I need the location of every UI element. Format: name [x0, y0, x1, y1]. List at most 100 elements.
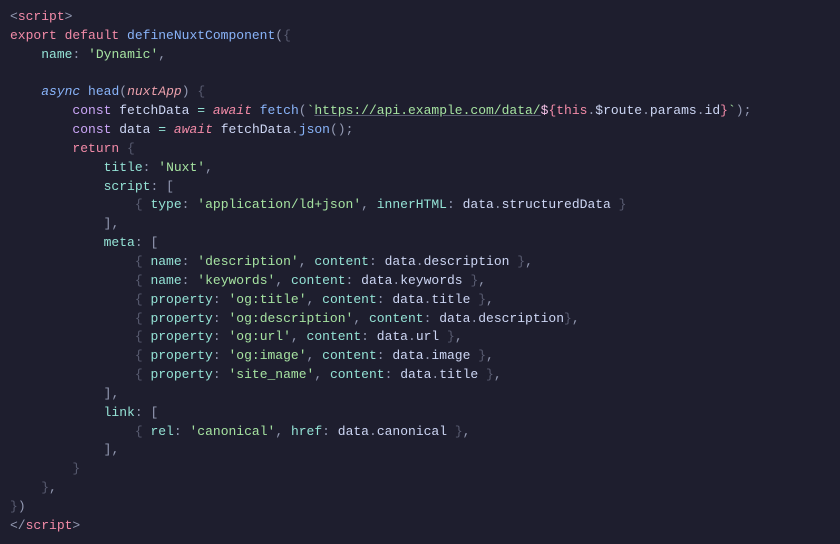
- comma: ,: [275, 273, 283, 288]
- colon: :: [447, 197, 455, 212]
- string: 'og:title': [229, 292, 307, 307]
- identifier: fetchData: [221, 122, 291, 137]
- comma: ,: [205, 160, 213, 175]
- op-eq: =: [158, 122, 166, 137]
- prop: keywords: [400, 273, 462, 288]
- kw-const: const: [72, 122, 111, 137]
- op-eq: =: [197, 103, 205, 118]
- tag-name: script: [26, 518, 73, 533]
- string: 'og:image': [229, 348, 307, 363]
- comma: ,: [299, 254, 307, 269]
- colon: :: [174, 424, 182, 439]
- obj-key: content: [291, 273, 346, 288]
- brace: {: [135, 254, 143, 269]
- template-brace: }: [720, 103, 728, 118]
- brace: {: [283, 28, 291, 43]
- obj-key: rel: [150, 424, 173, 439]
- string: 'description': [197, 254, 298, 269]
- prop: $route: [595, 103, 642, 118]
- brace: {: [127, 141, 135, 156]
- prop: image: [431, 348, 470, 363]
- obj-key: meta: [104, 235, 135, 250]
- brace: }: [455, 424, 463, 439]
- identifier: data: [377, 329, 408, 344]
- string: 'og:url': [229, 329, 291, 344]
- colon: :: [213, 311, 221, 326]
- colon: :: [135, 235, 143, 250]
- brace: }: [41, 480, 49, 495]
- tag-close: >: [65, 9, 73, 24]
- brace: {: [135, 311, 143, 326]
- brace: }: [447, 329, 455, 344]
- colon: :: [369, 254, 377, 269]
- paren: ): [18, 499, 26, 514]
- string: 'keywords': [197, 273, 275, 288]
- colon: :: [143, 160, 151, 175]
- prop: structuredData: [502, 197, 611, 212]
- method: json: [299, 122, 330, 137]
- comma: ,: [307, 292, 315, 307]
- prop: params: [650, 103, 697, 118]
- brace: {: [135, 329, 143, 344]
- comma: ,: [158, 47, 166, 62]
- colon: :: [182, 273, 190, 288]
- colon: :: [150, 179, 158, 194]
- url-string: https://api.example.com/data/: [314, 103, 540, 118]
- kw-default: default: [65, 28, 120, 43]
- string: 'og:description': [229, 311, 354, 326]
- paren: (: [299, 103, 307, 118]
- obj-key: link: [104, 405, 135, 420]
- string: 'canonical': [189, 424, 275, 439]
- kw-await: await: [174, 122, 213, 137]
- colon: :: [424, 311, 432, 326]
- kw-await: await: [213, 103, 252, 118]
- obj-key: content: [330, 367, 385, 382]
- paren: ): [736, 103, 744, 118]
- brace: {: [135, 273, 143, 288]
- obj-key: property: [150, 329, 212, 344]
- colon: :: [377, 292, 385, 307]
- brace: }: [478, 292, 486, 307]
- colon: :: [213, 367, 221, 382]
- colon: :: [322, 424, 330, 439]
- string: 'Dynamic': [88, 47, 158, 62]
- string: 'site_name': [229, 367, 315, 382]
- identifier: data: [400, 367, 431, 382]
- semi: ;: [346, 122, 354, 137]
- paren: (: [330, 122, 338, 137]
- dot: .: [697, 103, 705, 118]
- dot: .: [494, 197, 502, 212]
- kw-return: return: [72, 141, 119, 156]
- method-name: head: [88, 84, 119, 99]
- colon: :: [385, 367, 393, 382]
- string: 'application/ld+json': [197, 197, 361, 212]
- comma: ,: [572, 311, 580, 326]
- prop: url: [416, 329, 439, 344]
- brace: }: [478, 348, 486, 363]
- prop: id: [705, 103, 721, 118]
- obj-key: type: [150, 197, 181, 212]
- colon: :: [213, 329, 221, 344]
- prop: description: [424, 254, 510, 269]
- comma: ,: [361, 197, 369, 212]
- comma: ,: [494, 367, 502, 382]
- string: 'Nuxt': [158, 160, 205, 175]
- kw-this: this: [556, 103, 587, 118]
- brace: {: [135, 197, 143, 212]
- comma: ,: [486, 292, 494, 307]
- fn-fetch: fetch: [260, 103, 299, 118]
- brace: {: [135, 292, 143, 307]
- comma: ,: [49, 480, 57, 495]
- prop: description: [478, 311, 564, 326]
- comma: ,: [291, 329, 299, 344]
- code-block: <script> export default defineNuxtCompon…: [0, 0, 840, 544]
- brace: }: [564, 311, 572, 326]
- obj-key: content: [322, 292, 377, 307]
- comma: ,: [525, 254, 533, 269]
- dot: .: [416, 254, 424, 269]
- paren: (: [275, 28, 283, 43]
- comma: ,: [307, 348, 315, 363]
- comma: ,: [353, 311, 361, 326]
- colon: :: [346, 273, 354, 288]
- identifier: data: [463, 197, 494, 212]
